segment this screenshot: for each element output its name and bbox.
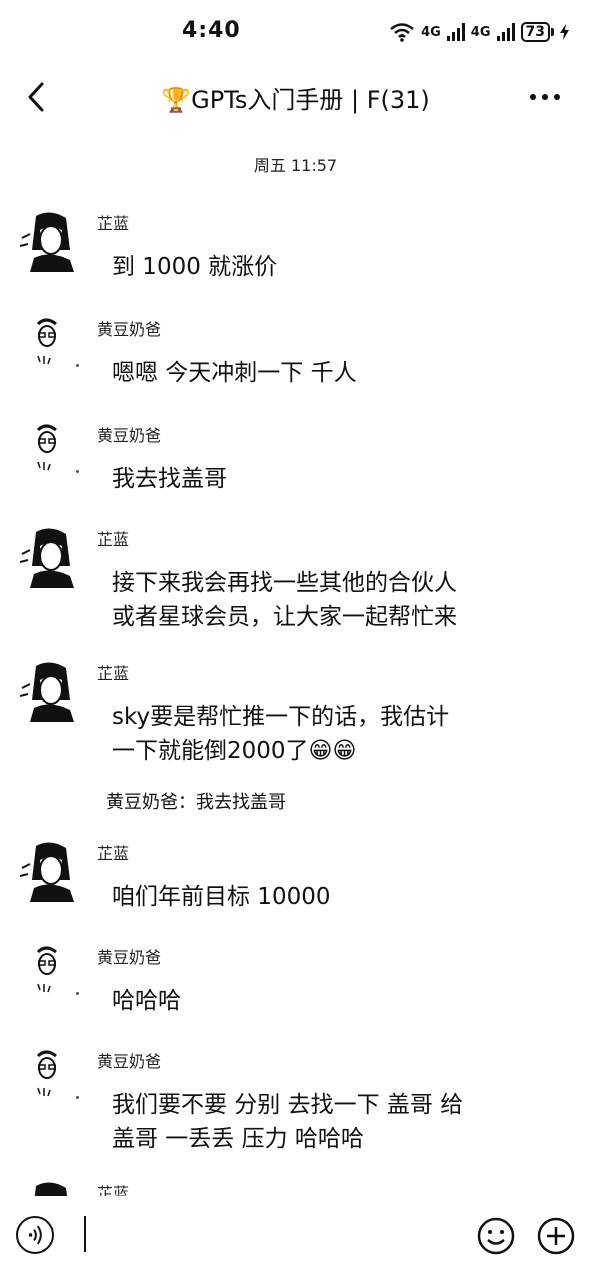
emoji-icon[interactable] [476,1216,516,1256]
avatar[interactable] [20,210,80,274]
sender-name: 芷蓝 [97,844,130,863]
status-bar: 4:40 4G 4G 73 [0,0,591,64]
sender-name: 黄豆奶爸 [97,1052,162,1071]
chat-title: 🏆GPTs入门手册 | F(31) [161,86,430,114]
message-text[interactable]: 嗯嗯 今天冲刺一下 千人 [112,356,512,390]
more-dots-icon[interactable] [523,80,567,114]
plus-icon[interactable] [536,1216,576,1256]
sender-name: 芷蓝 [97,214,130,233]
chat-area[interactable]: 周五 11:57 芷蓝 到 1000 就涨价 黄豆奶爸 嗯嗯 今天冲刺一下 千人 [0,130,591,1196]
sender-name: 芷蓝 [97,1184,130,1196]
message-input[interactable] [84,1216,86,1252]
input-bar [0,1196,591,1280]
wifi-icon [390,23,414,42]
quote-notice: 黄豆奶爸：我去找盖哥 [106,792,286,813]
avatar[interactable] [20,660,80,724]
message-text[interactable]: 我去找盖哥 [112,462,512,496]
sender-name: 芷蓝 [97,664,130,683]
sender-name: 黄豆奶爸 [97,320,162,339]
avatar[interactable] [20,1048,80,1112]
network-type-1: 4G [421,24,441,40]
message-text[interactable]: 哈哈哈 [112,984,512,1018]
sender-name: 芷蓝 [97,530,130,549]
battery-icon: 73 [520,22,554,42]
voice-icon[interactable] [16,1216,54,1254]
message-text[interactable]: 我们要不要 分别 去找一下 盖哥 给 盖哥 一丢丢 压力 哈哈哈 [112,1088,512,1156]
message-text[interactable]: 到 1000 就涨价 [112,250,512,284]
status-time: 4:40 [182,18,241,43]
network-type-2: 4G [470,24,491,40]
signal-icon [446,23,465,41]
title-bar: 🏆GPTs入门手册 | F(31) [0,64,591,130]
avatar[interactable] [20,526,80,590]
avatar[interactable] [20,422,80,486]
signal-icon-2 [496,23,515,41]
avatar[interactable] [20,1180,80,1196]
message-text[interactable]: sky要是帮忙推一下的话，我估计 一下就能倒2000了😁😁 [112,700,512,768]
status-icons: 4G 4G 73 [389,20,569,44]
message-text[interactable]: 接下来我会再找一些其他的合伙人 或者星球会员，让大家一起帮忙来 [112,566,512,634]
charging-icon [560,24,569,40]
avatar[interactable] [20,944,80,1008]
battery-level: 73 [520,22,550,42]
message-text[interactable]: 咱们年前目标 10000 [112,880,512,914]
sender-name: 黄豆奶爸 [97,948,162,967]
avatar[interactable] [20,840,80,904]
avatar[interactable] [20,316,80,380]
sender-name: 黄豆奶爸 [97,426,162,445]
chat-timestamp: 周五 11:57 [253,156,338,175]
